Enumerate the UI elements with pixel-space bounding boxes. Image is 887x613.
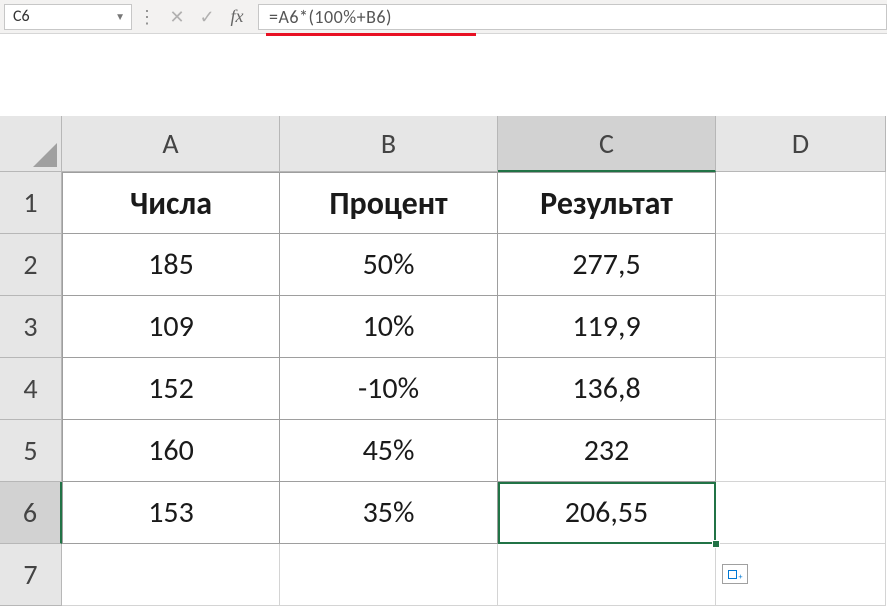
cell-A1[interactable]: Числа: [62, 172, 280, 234]
cell-B7[interactable]: [280, 544, 498, 606]
cell-A7[interactable]: [62, 544, 280, 606]
select-all-corner[interactable]: [0, 116, 62, 172]
cell-A5[interactable]: 160: [62, 420, 280, 482]
cell-D2[interactable]: [716, 234, 886, 296]
enter-icon: ✓: [192, 4, 222, 30]
cell-C7[interactable]: [498, 544, 716, 606]
formula-input-wrap: =A6*(100%+B6): [258, 4, 887, 30]
cell-A3[interactable]: 109: [62, 296, 280, 358]
annotation-underline: [266, 33, 476, 36]
cell-A6[interactable]: 153: [62, 482, 280, 544]
cell-C1[interactable]: Результат: [498, 172, 716, 234]
cell-D5[interactable]: [716, 420, 886, 482]
formula-input[interactable]: =A6*(100%+B6): [258, 4, 887, 30]
row-header-5[interactable]: 5: [0, 420, 62, 482]
cell-B2[interactable]: 50%: [280, 234, 498, 296]
col-header-C[interactable]: C: [498, 116, 716, 172]
fx-icon: fx: [231, 6, 244, 27]
cell-C6[interactable]: 206,55: [498, 482, 716, 544]
cell-B6[interactable]: 35%: [280, 482, 498, 544]
col-header-D[interactable]: D: [716, 116, 886, 172]
cell-D6[interactable]: [716, 482, 886, 544]
cell-A4[interactable]: 152: [62, 358, 280, 420]
cell-B4[interactable]: -10%: [280, 358, 498, 420]
row-header-1[interactable]: 1: [0, 172, 62, 234]
formula-bar: C6 ▼ ⋮ ✕ ✓ fx =A6*(100%+B6): [0, 0, 887, 34]
row-header-7[interactable]: 7: [0, 544, 62, 606]
fx-button[interactable]: fx: [222, 4, 252, 30]
plus-icon: +: [739, 572, 743, 582]
spreadsheet-grid: A B C D 1 Числа Процент Результат 2 185 …: [0, 116, 887, 606]
col-header-A[interactable]: A: [62, 116, 280, 172]
cell-B5[interactable]: 45%: [280, 420, 498, 482]
name-box[interactable]: C6 ▼: [4, 4, 132, 30]
ribbon-gap: [0, 34, 887, 116]
formula-text: =A6*(100%+B6): [269, 6, 392, 28]
cell-B3[interactable]: 10%: [280, 296, 498, 358]
cell-C5[interactable]: 232: [498, 420, 716, 482]
cell-C4[interactable]: 136,8: [498, 358, 716, 420]
row-header-3[interactable]: 3: [0, 296, 62, 358]
row-header-2[interactable]: 2: [0, 234, 62, 296]
chevron-down-icon[interactable]: ▼: [115, 10, 125, 23]
cell-C3[interactable]: 119,9: [498, 296, 716, 358]
cell-B1[interactable]: Процент: [280, 172, 498, 234]
col-header-B[interactable]: B: [280, 116, 498, 172]
name-box-value: C6: [13, 7, 30, 26]
cell-D1[interactable]: [716, 172, 886, 234]
row-header-6[interactable]: 6: [0, 482, 62, 544]
fill-handle[interactable]: [712, 540, 720, 548]
autofill-icon: [728, 570, 737, 579]
cell-A2[interactable]: 185: [62, 234, 280, 296]
cell-D3[interactable]: [716, 296, 886, 358]
row-header-4[interactable]: 4: [0, 358, 62, 420]
dropdown-icon[interactable]: ⋮: [132, 4, 162, 30]
cell-D4[interactable]: [716, 358, 886, 420]
cell-C2[interactable]: 277,5: [498, 234, 716, 296]
autofill-options-button[interactable]: +: [722, 564, 748, 584]
cancel-icon: ✕: [162, 4, 192, 30]
